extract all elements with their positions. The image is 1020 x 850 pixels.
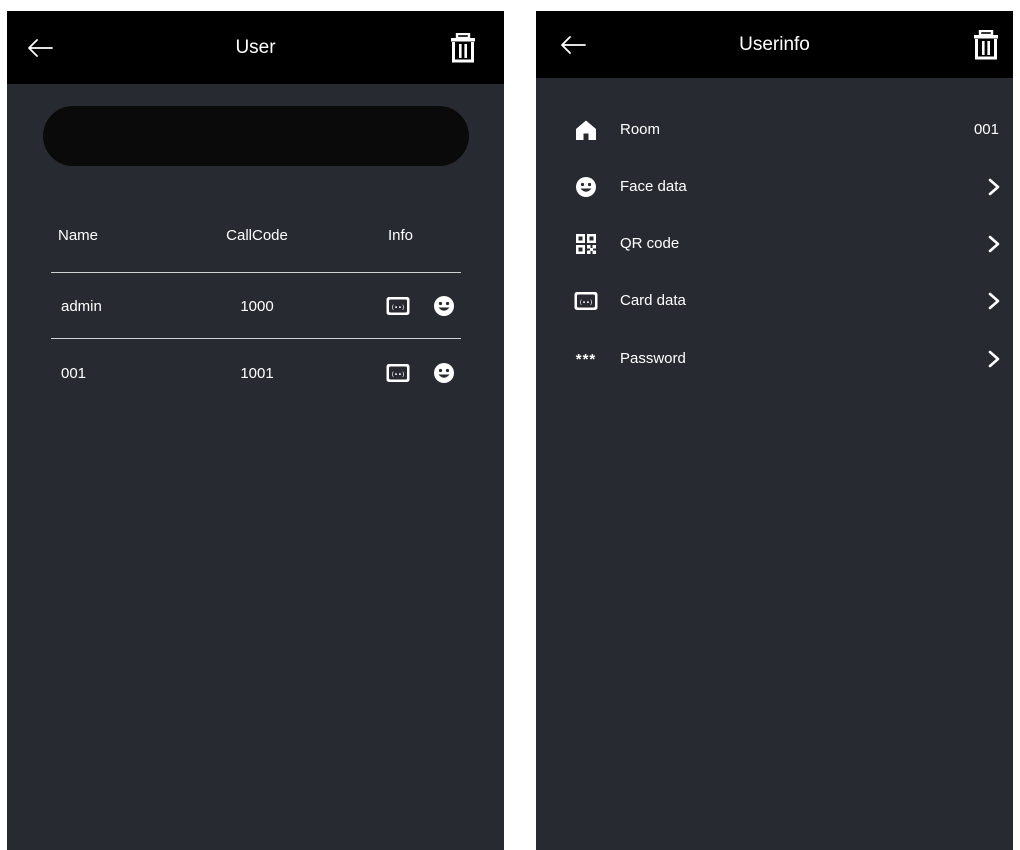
column-header-name: Name xyxy=(58,227,99,244)
table-header: Name CallCode Info xyxy=(7,223,504,251)
info-item-value: 001 xyxy=(973,121,999,138)
row-name: admin xyxy=(61,298,102,315)
chevron-right-icon xyxy=(988,178,1000,196)
svg-text:(••): (••) xyxy=(392,371,405,379)
info-item-label: Face data xyxy=(620,178,687,195)
back-arrow-icon[interactable] xyxy=(25,36,55,60)
row-callcode: 1001 xyxy=(240,365,274,382)
divider xyxy=(51,338,461,339)
divider xyxy=(51,272,461,273)
info-item-face-data[interactable]: Face data xyxy=(536,165,1013,209)
qr-code-icon xyxy=(576,234,596,254)
back-arrow-icon[interactable] xyxy=(558,33,588,57)
trash-icon[interactable] xyxy=(973,29,999,60)
row-name: 001 xyxy=(61,365,87,382)
row-callcode: 1000 xyxy=(240,298,274,315)
chevron-right-icon xyxy=(988,292,1000,310)
svg-text:(••): (••) xyxy=(392,304,405,312)
table-row[interactable]: admin 1000 (••) xyxy=(7,287,504,327)
page-title: Userinfo xyxy=(739,33,810,55)
info-item-label: Room xyxy=(620,121,661,138)
face-icon xyxy=(576,177,596,197)
chevron-right-icon xyxy=(988,235,1000,253)
top-bar: User xyxy=(7,11,504,84)
face-icon[interactable] xyxy=(433,295,455,317)
card-icon[interactable]: (••) xyxy=(386,363,410,383)
chevron-right-icon xyxy=(988,350,1000,368)
top-bar: Userinfo xyxy=(536,11,1013,78)
page-title: User xyxy=(235,36,276,58)
column-header-info: Info xyxy=(388,227,414,244)
info-item-card-data[interactable]: (••) Card data xyxy=(536,279,1013,323)
trash-icon[interactable] xyxy=(450,32,476,63)
info-item-room[interactable]: Room 001 xyxy=(536,108,1013,152)
info-item-label: Password xyxy=(620,350,686,367)
column-header-callcode: CallCode xyxy=(226,227,288,244)
card-icon[interactable]: (••) xyxy=(386,296,410,316)
info-item-label: Card data xyxy=(620,292,686,309)
password-icon: *** xyxy=(575,350,597,368)
user-screen: User Name CallCode Info admin 1000 (••) xyxy=(7,11,504,850)
info-item-label: QR code xyxy=(620,235,680,252)
table-row[interactable]: 001 1001 (••) xyxy=(7,354,504,394)
face-icon[interactable] xyxy=(433,362,455,384)
search-input[interactable] xyxy=(43,106,469,166)
card-icon: (••) xyxy=(574,292,598,310)
info-item-qr-code[interactable]: QR code xyxy=(536,222,1013,266)
home-icon xyxy=(576,120,596,140)
svg-text:(••): (••) xyxy=(580,299,593,307)
info-item-password[interactable]: *** Password xyxy=(536,337,1013,381)
userinfo-screen: Userinfo Room 001 Face data QR code (••)… xyxy=(536,11,1013,850)
